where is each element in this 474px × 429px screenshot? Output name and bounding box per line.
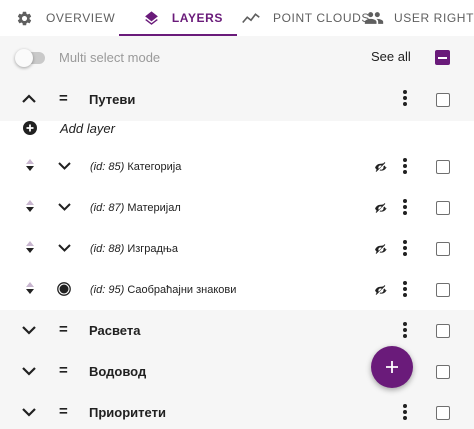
reorder-arrows-icon[interactable] [25, 200, 35, 212]
tab-overview-label: OVERVIEW [46, 11, 116, 25]
chevron-down-icon[interactable] [21, 325, 37, 336]
group-row-rasveta: = Расвета [0, 310, 474, 351]
gear-icon [16, 10, 33, 27]
layer-id: (id: 87) [90, 202, 125, 214]
layer-label: (id: 87) Материјал [90, 202, 181, 214]
layers-icon [143, 10, 160, 27]
layer-id: (id: 85) [90, 161, 125, 173]
add-circle-icon[interactable] [23, 121, 37, 135]
select-all-checkbox[interactable] [435, 50, 450, 65]
chevron-up-icon[interactable] [21, 93, 37, 104]
group-eq-sign: = [59, 90, 68, 107]
group-eq-sign: = [59, 362, 68, 379]
add-fab-button[interactable] [371, 346, 413, 388]
reorder-arrows-icon[interactable] [25, 159, 35, 171]
layer-name: Материјал [127, 202, 181, 214]
reorder-arrows-icon[interactable] [25, 241, 35, 253]
chevron-down-icon[interactable] [21, 366, 37, 377]
eye-off-icon[interactable] [374, 243, 387, 255]
multi-select-toggle[interactable] [15, 49, 45, 67]
layer-row: (id: 95) Саобраћајни знакови [0, 269, 474, 310]
multi-select-label: Multi select mode [59, 50, 161, 65]
group-row-prioriteti: = Приоритети [0, 392, 474, 429]
point-layer-icon [57, 282, 71, 296]
reorder-arrows-icon[interactable] [25, 282, 35, 294]
layer-name: Изградња [127, 243, 178, 255]
group-title: Водовод [89, 364, 147, 379]
tab-overview[interactable]: OVERVIEW [0, 0, 119, 36]
tab-point-clouds[interactable]: POINT CLOUDS [237, 0, 369, 36]
see-all-button[interactable]: See all [371, 49, 411, 64]
tab-layers-label: LAYERS [171, 11, 224, 25]
plus-icon [386, 361, 398, 373]
group-checkbox[interactable] [436, 324, 450, 338]
group-eq-sign: = [59, 403, 68, 420]
indeterminate-dash-icon [438, 56, 447, 59]
layer-checkbox[interactable] [436, 242, 450, 256]
layer-id: (id: 95) [90, 284, 125, 296]
layer-checkbox[interactable] [436, 160, 450, 174]
layer-row: (id: 85) Категорија [0, 146, 474, 187]
layer-menu-icon[interactable] [403, 199, 407, 217]
line-chart-icon [242, 11, 260, 25]
layer-name: Категорија [127, 161, 182, 173]
group-checkbox[interactable] [436, 93, 450, 107]
layer-checkbox[interactable] [436, 201, 450, 215]
chevron-down-icon[interactable] [57, 161, 72, 171]
group-checkbox[interactable] [436, 406, 450, 420]
tab-layers[interactable]: LAYERS [118, 0, 238, 36]
group-checkbox[interactable] [436, 365, 450, 379]
group-menu-icon[interactable] [403, 404, 407, 422]
add-layer-button[interactable]: Add layer [60, 121, 115, 136]
tab-user-rights[interactable]: USER RIGHTS [364, 0, 474, 36]
group-title: Расвета [89, 323, 141, 338]
chevron-down-icon[interactable] [57, 243, 72, 253]
tab-user-rights-label: USER RIGHTS [394, 11, 474, 25]
layer-checkbox[interactable] [436, 283, 450, 297]
group-row-putevi: = Путеви [0, 79, 474, 121]
layer-menu-icon[interactable] [403, 240, 407, 258]
layer-menu-icon[interactable] [403, 158, 407, 176]
chevron-down-icon[interactable] [57, 202, 72, 212]
toggle-knob [15, 49, 33, 67]
layer-row: (id: 88) Изградња [0, 228, 474, 269]
layer-label: (id: 88) Изградња [90, 243, 178, 255]
group-menu-icon[interactable] [403, 90, 407, 108]
tab-bar: OVERVIEW LAYERS POINT CLOUDS USER RIGHTS [0, 0, 474, 36]
layer-name: Саобраћајни знакови [127, 284, 237, 296]
group-eq-sign: = [59, 321, 68, 338]
tab-point-clouds-label: POINT CLOUDS [273, 11, 370, 25]
layer-menu-icon[interactable] [403, 281, 407, 299]
layer-label: (id: 85) Категорија [90, 161, 181, 173]
multi-select-bar: Multi select mode See all [0, 36, 474, 79]
layer-row: (id: 87) Материјал [0, 187, 474, 228]
people-icon [364, 11, 384, 25]
add-layer-row: Add layer [0, 121, 474, 146]
layer-label: (id: 95) Саобраћајни знакови [90, 284, 236, 296]
chevron-down-icon[interactable] [21, 407, 37, 418]
eye-off-icon[interactable] [374, 161, 387, 173]
group-title: Приоритети [89, 405, 166, 420]
group-menu-icon[interactable] [403, 322, 407, 340]
eye-off-icon[interactable] [374, 284, 387, 296]
eye-off-icon[interactable] [374, 202, 387, 214]
layer-id: (id: 88) [90, 243, 125, 255]
group-title: Путеви [89, 92, 136, 107]
